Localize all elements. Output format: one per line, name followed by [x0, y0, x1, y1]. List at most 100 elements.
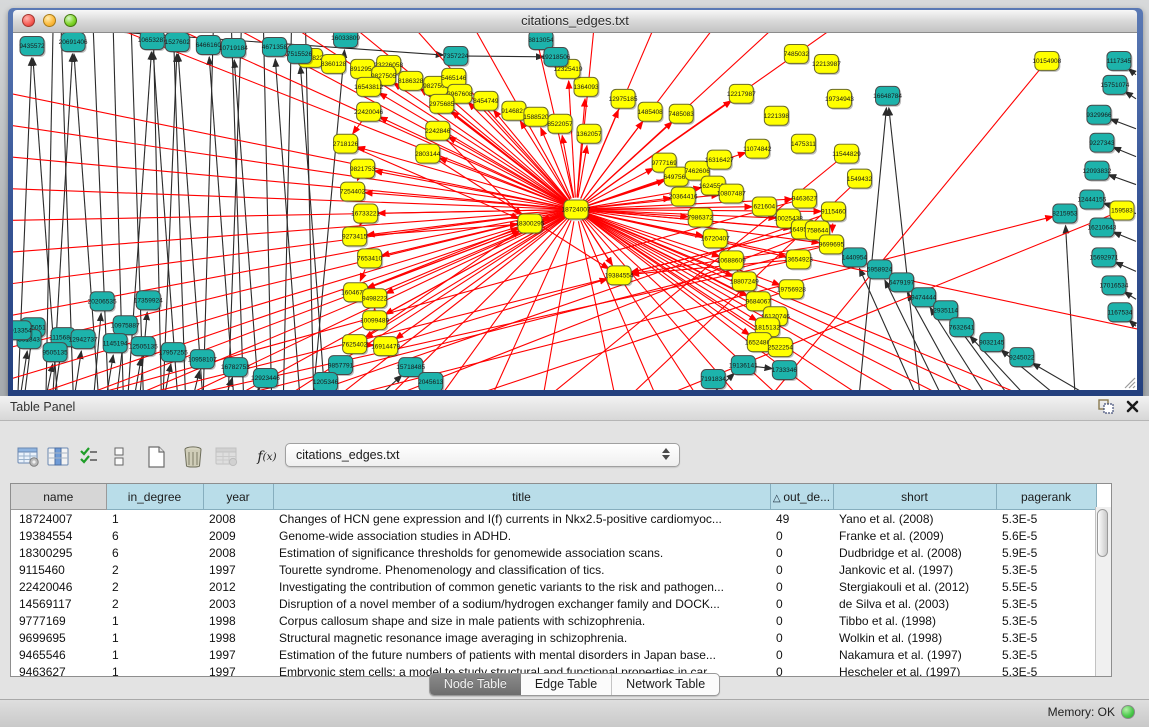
graph-node[interactable]: 13654923 [784, 250, 813, 270]
graph-node[interactable]: 9032145 [979, 333, 1005, 353]
graph-node[interactable]: 10653287 [138, 33, 167, 51]
graph-node[interactable]: 7357224 [443, 46, 469, 66]
graph-node[interactable]: 19136141 [729, 356, 758, 376]
graph-node[interactable]: 9115460 [821, 202, 847, 222]
graph-node[interactable]: 19218506 [542, 47, 571, 67]
graph-node[interactable]: 1145194 [103, 334, 129, 354]
graph-node[interactable]: 1117345 [1107, 51, 1133, 71]
graph-node[interactable]: 7986372 [688, 208, 714, 228]
graph-node[interactable]: 159583 [1110, 201, 1136, 221]
graph-node[interactable]: 16543812 [354, 77, 383, 97]
graph-node[interactable]: 9273415 [342, 227, 368, 247]
graph-node[interactable]: 2045613 [418, 373, 444, 390]
graph-node[interactable]: 16210643 [1087, 218, 1116, 238]
graph-node[interactable]: 8522057 [547, 114, 573, 134]
graph-node[interactable]: 1527602 [165, 33, 191, 53]
table-scrollbar-thumb[interactable] [1097, 509, 1108, 557]
table-scrollbar[interactable] [1095, 507, 1111, 677]
close-panel-icon[interactable] [1126, 400, 1139, 413]
graph-node[interactable]: 19756928 [777, 280, 806, 300]
new-table-icon[interactable] [142, 443, 172, 471]
graph-node[interactable]: 12975185 [609, 89, 638, 109]
graph-node[interactable]: 10958107 [188, 350, 217, 370]
table-row[interactable]: 969969511998Structural magnetic resonanc… [11, 629, 1096, 646]
graph-node[interactable]: 2803144 [415, 144, 441, 164]
graph-node[interactable]: 16316427 [705, 150, 734, 170]
show-columns-icon[interactable] [44, 443, 74, 471]
graph-node[interactable]: 12942737 [69, 330, 98, 350]
graph-node[interactable]: 7515526 [287, 44, 313, 64]
delete-table-icon[interactable] [178, 443, 208, 471]
resize-grip-icon[interactable] [1122, 375, 1136, 389]
graph-node[interactable]: 9498222 [362, 289, 388, 309]
table-row[interactable]: 1456911722003Disruption of a novel membe… [11, 595, 1096, 612]
graph-node[interactable]: 20206535 [88, 292, 117, 312]
column-header-title[interactable]: title [273, 484, 770, 510]
graph-node[interactable]: 16720407 [701, 229, 730, 249]
graph-node[interactable]: 10719184 [219, 38, 248, 58]
graph-node[interactable]: 6479197 [889, 273, 915, 293]
graph-node[interactable]: 16648784 [873, 86, 902, 106]
graph-node[interactable]: 1549432 [847, 169, 873, 189]
table-row[interactable]: 977716911998Corpus callosum shape and si… [11, 612, 1096, 629]
graph-node[interactable]: 7254402 [340, 182, 366, 202]
graph-node[interactable]: 17016534 [1099, 276, 1128, 296]
float-panel-icon[interactable] [1098, 399, 1114, 414]
graph-node[interactable]: 1440954 [842, 248, 868, 268]
graph-node[interactable]: 18300295 [515, 214, 544, 234]
network-svg[interactable]: 1872400718300295193845549777169649756874… [13, 33, 1137, 390]
column-header-name[interactable]: name [11, 484, 106, 510]
graph-node[interactable]: 16914479 [371, 337, 400, 357]
graph-node[interactable]: 12217987 [727, 84, 756, 104]
graph-node[interactable]: 12923446 [251, 369, 280, 389]
graph-node[interactable]: 1913354 [13, 321, 33, 341]
graph-node[interactable]: 11074842 [743, 139, 772, 159]
graph-node[interactable]: 2522254 [768, 338, 794, 358]
graph-node[interactable]: 10807487 [717, 184, 746, 204]
node-table[interactable]: namein_degreeyeartitle△ out_de...shortpa… [10, 483, 1112, 677]
graph-node[interactable]: 8360128 [321, 54, 347, 74]
graph-node[interactable]: 9821753 [350, 159, 376, 179]
graph-node[interactable]: 16033809 [331, 33, 360, 49]
graph-node[interactable]: 9227343 [1089, 133, 1115, 153]
window-titlebar[interactable]: citations_edges.txt [13, 10, 1137, 33]
graph-node[interactable]: 2242846 [425, 121, 451, 141]
table-row[interactable]: 2242004622012Investigating the contribut… [11, 578, 1096, 595]
graph-node[interactable]: 7485032 [784, 44, 810, 64]
table-row[interactable]: 1938455462009Genome-wide association stu… [11, 527, 1096, 544]
graph-node[interactable]: 12213987 [812, 54, 841, 74]
graph-node[interactable]: 1364093 [573, 77, 599, 97]
column-header-year[interactable]: year [203, 484, 273, 510]
graph-node[interactable]: 1205346 [313, 373, 339, 390]
graph-node[interactable]: 19384554 [605, 266, 634, 286]
graph-node[interactable]: 8186328 [398, 71, 424, 91]
graph-node[interactable]: 10099489 [360, 311, 389, 331]
graph-node[interactable]: 18807249 [730, 272, 759, 292]
select-columns-icon[interactable] [74, 443, 104, 471]
graph-node[interactable]: 12444155 [1077, 190, 1106, 210]
table-row[interactable]: 1872400712008Changes of HCN gene express… [11, 510, 1096, 528]
graph-node[interactable]: 2975685 [429, 94, 455, 114]
table-row[interactable]: 946554611997Estimation of the future num… [11, 646, 1096, 663]
graph-node[interactable]: 22420046 [354, 102, 383, 122]
table-select[interactable]: citations_edges.txt [285, 443, 680, 467]
row-height-icon[interactable] [104, 443, 134, 471]
graph-node[interactable]: 1167534 [1108, 303, 1134, 323]
graph-node[interactable]: 16782753 [221, 358, 250, 378]
graph-node[interactable]: 18724007 [562, 200, 591, 220]
graph-node[interactable]: 20691406 [59, 33, 88, 53]
column-header-out_de[interactable]: △ out_de... [770, 484, 833, 510]
graph-node[interactable]: 19734943 [825, 89, 854, 109]
graph-node[interactable]: 1362057 [576, 124, 602, 144]
graph-node[interactable]: 9505135 [42, 343, 68, 363]
graph-node[interactable]: 621604 [752, 197, 778, 217]
graph-node[interactable]: 20364416 [669, 187, 698, 207]
table-row[interactable]: 1830029562008Estimation of significance … [11, 544, 1096, 561]
table-row[interactable]: 911546021997Tourette syndrome. Phenomeno… [11, 561, 1096, 578]
graph-node[interactable]: 1485408 [637, 102, 663, 122]
graph-node[interactable]: 7625402 [342, 335, 368, 355]
graph-node[interactable]: 8454749 [473, 91, 499, 111]
graph-node[interactable]: 12505135 [129, 337, 158, 357]
tab-edge-table[interactable]: Edge Table [521, 674, 611, 695]
graph-node[interactable]: 10154908 [1032, 51, 1061, 71]
